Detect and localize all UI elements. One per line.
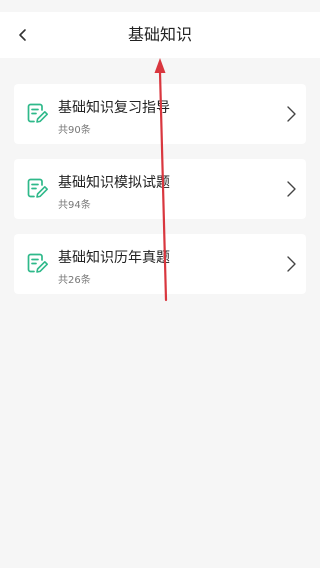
list-item-title: 基础知识复习指导 bbox=[58, 100, 170, 116]
list-item-count: 共94条 bbox=[58, 200, 91, 211]
chevron-right-icon bbox=[287, 181, 296, 197]
list-item-title: 基础知识历年真题 bbox=[58, 250, 170, 266]
status-bar bbox=[0, 0, 320, 12]
page-title: 基础知识 bbox=[127, 25, 192, 44]
list-item-title: 基础知识模拟试题 bbox=[58, 175, 170, 191]
list-item-count: 共90条 bbox=[58, 125, 91, 136]
list-item[interactable]: 基础知识历年真题 共26条 bbox=[14, 234, 306, 294]
list-item[interactable]: 基础知识模拟试题 共94条 bbox=[14, 159, 306, 219]
navigation-bar: 基础知识 bbox=[0, 12, 320, 58]
chevron-right-icon bbox=[287, 256, 296, 272]
edit-document-icon bbox=[27, 103, 48, 123]
category-list: 基础知识复习指导 共90条 基础知识模拟试题 共94条 基础知识历年真题 共26… bbox=[14, 84, 306, 309]
chevron-right-icon bbox=[287, 106, 296, 122]
back-button[interactable] bbox=[8, 20, 38, 50]
chevron-left-icon bbox=[19, 29, 26, 41]
edit-document-icon bbox=[27, 253, 48, 273]
list-item[interactable]: 基础知识复习指导 共90条 bbox=[14, 84, 306, 144]
list-item-count: 共26条 bbox=[58, 275, 91, 286]
edit-document-icon bbox=[27, 178, 48, 198]
